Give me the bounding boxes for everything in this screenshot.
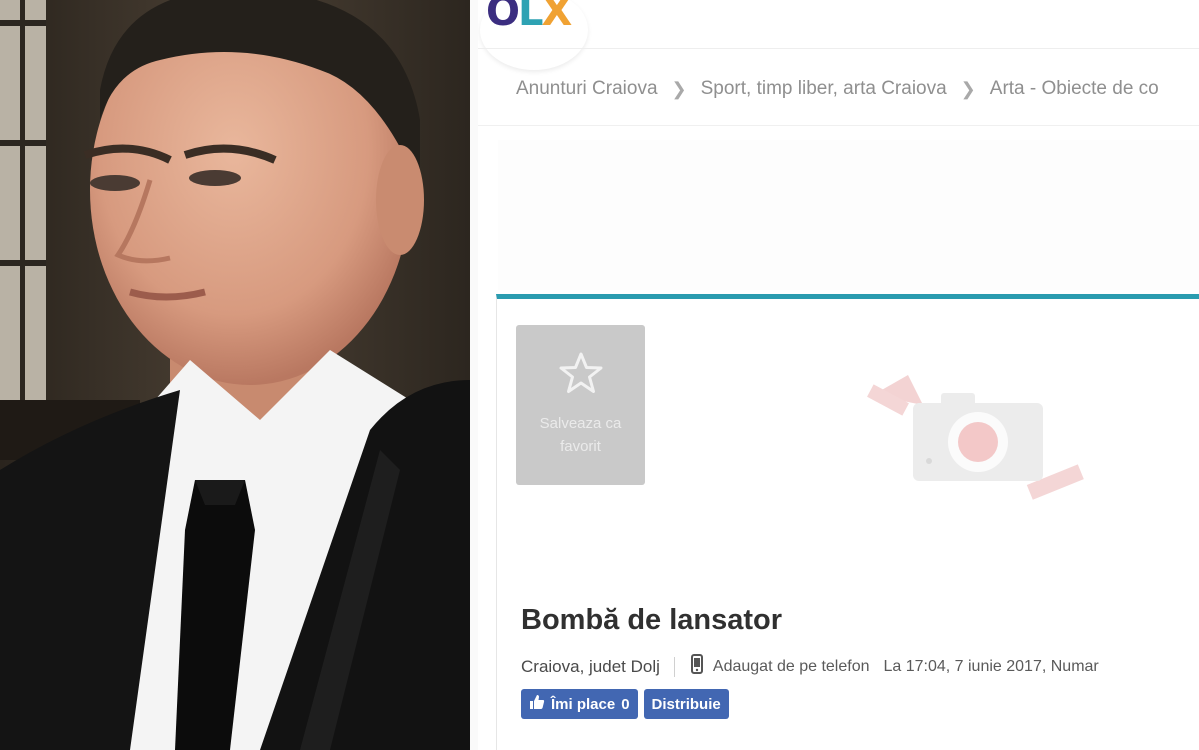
save-favorite-button[interactable]: Salveaza ca favorit bbox=[516, 325, 645, 485]
logo-letter-l: L bbox=[518, 0, 543, 35]
no-photo-camera-icon bbox=[863, 365, 1093, 515]
listing-location[interactable]: Craiova, judet Dolj bbox=[521, 657, 660, 677]
chevron-right-icon: ❯ bbox=[960, 78, 976, 99]
header-divider bbox=[478, 48, 1199, 49]
breadcrumb-item-anunturi[interactable]: Anunturi Craiova bbox=[516, 78, 658, 100]
save-favorite-label: Salveaza ca favorit bbox=[539, 415, 622, 455]
breadcrumb-item-sport[interactable]: Sport, timp liber, arta Craiova bbox=[701, 78, 947, 100]
mobile-phone-icon bbox=[690, 654, 703, 679]
breadcrumb-item-arta[interactable]: Arta - Obiecte de co bbox=[990, 78, 1159, 100]
listing-meta: Craiova, judet Dolj Adaugat de pe telefo… bbox=[521, 654, 1099, 679]
listing-timestamp: La 17:04, 7 iunie 2017, Numar bbox=[883, 657, 1099, 675]
ad-banner-area bbox=[498, 140, 1199, 290]
logo-letter-o: O bbox=[486, 0, 520, 35]
meta-divider bbox=[673, 656, 675, 677]
olx-listing-screenshot: OLX Anunturi Craiova ❯ Sport, timp liber… bbox=[478, 0, 1199, 750]
listing-card: Salveaza ca favorit Bombă de lansator Cr… bbox=[496, 294, 1199, 750]
facebook-like-button[interactable]: Îmi place 0 bbox=[521, 689, 638, 719]
added-from-phone-text: Adaugat de pe telefon bbox=[712, 657, 870, 675]
portrait-illustration bbox=[0, 0, 470, 750]
olx-logo[interactable]: OLX bbox=[480, 0, 588, 70]
listing-title: Bombă de lansator bbox=[521, 604, 783, 636]
thumbs-up-icon bbox=[529, 694, 545, 714]
portrait-photo bbox=[0, 0, 470, 750]
like-label: Îmi place bbox=[551, 695, 616, 713]
facebook-share-button[interactable]: Distribuie bbox=[643, 689, 729, 719]
image-divider bbox=[470, 0, 478, 750]
breadcrumb-divider bbox=[478, 125, 1199, 126]
star-outline-icon bbox=[516, 351, 645, 400]
like-count: 0 bbox=[621, 695, 630, 713]
logo-letter-x: X bbox=[541, 0, 573, 35]
chevron-right-icon: ❯ bbox=[671, 78, 687, 99]
social-buttons: Îmi place 0 Distribuie bbox=[521, 689, 729, 719]
share-label: Distribuie bbox=[651, 695, 721, 713]
partial-bottom-icons bbox=[537, 744, 857, 750]
breadcrumb: Anunturi Craiova ❯ Sport, timp liber, ar… bbox=[516, 78, 1159, 100]
